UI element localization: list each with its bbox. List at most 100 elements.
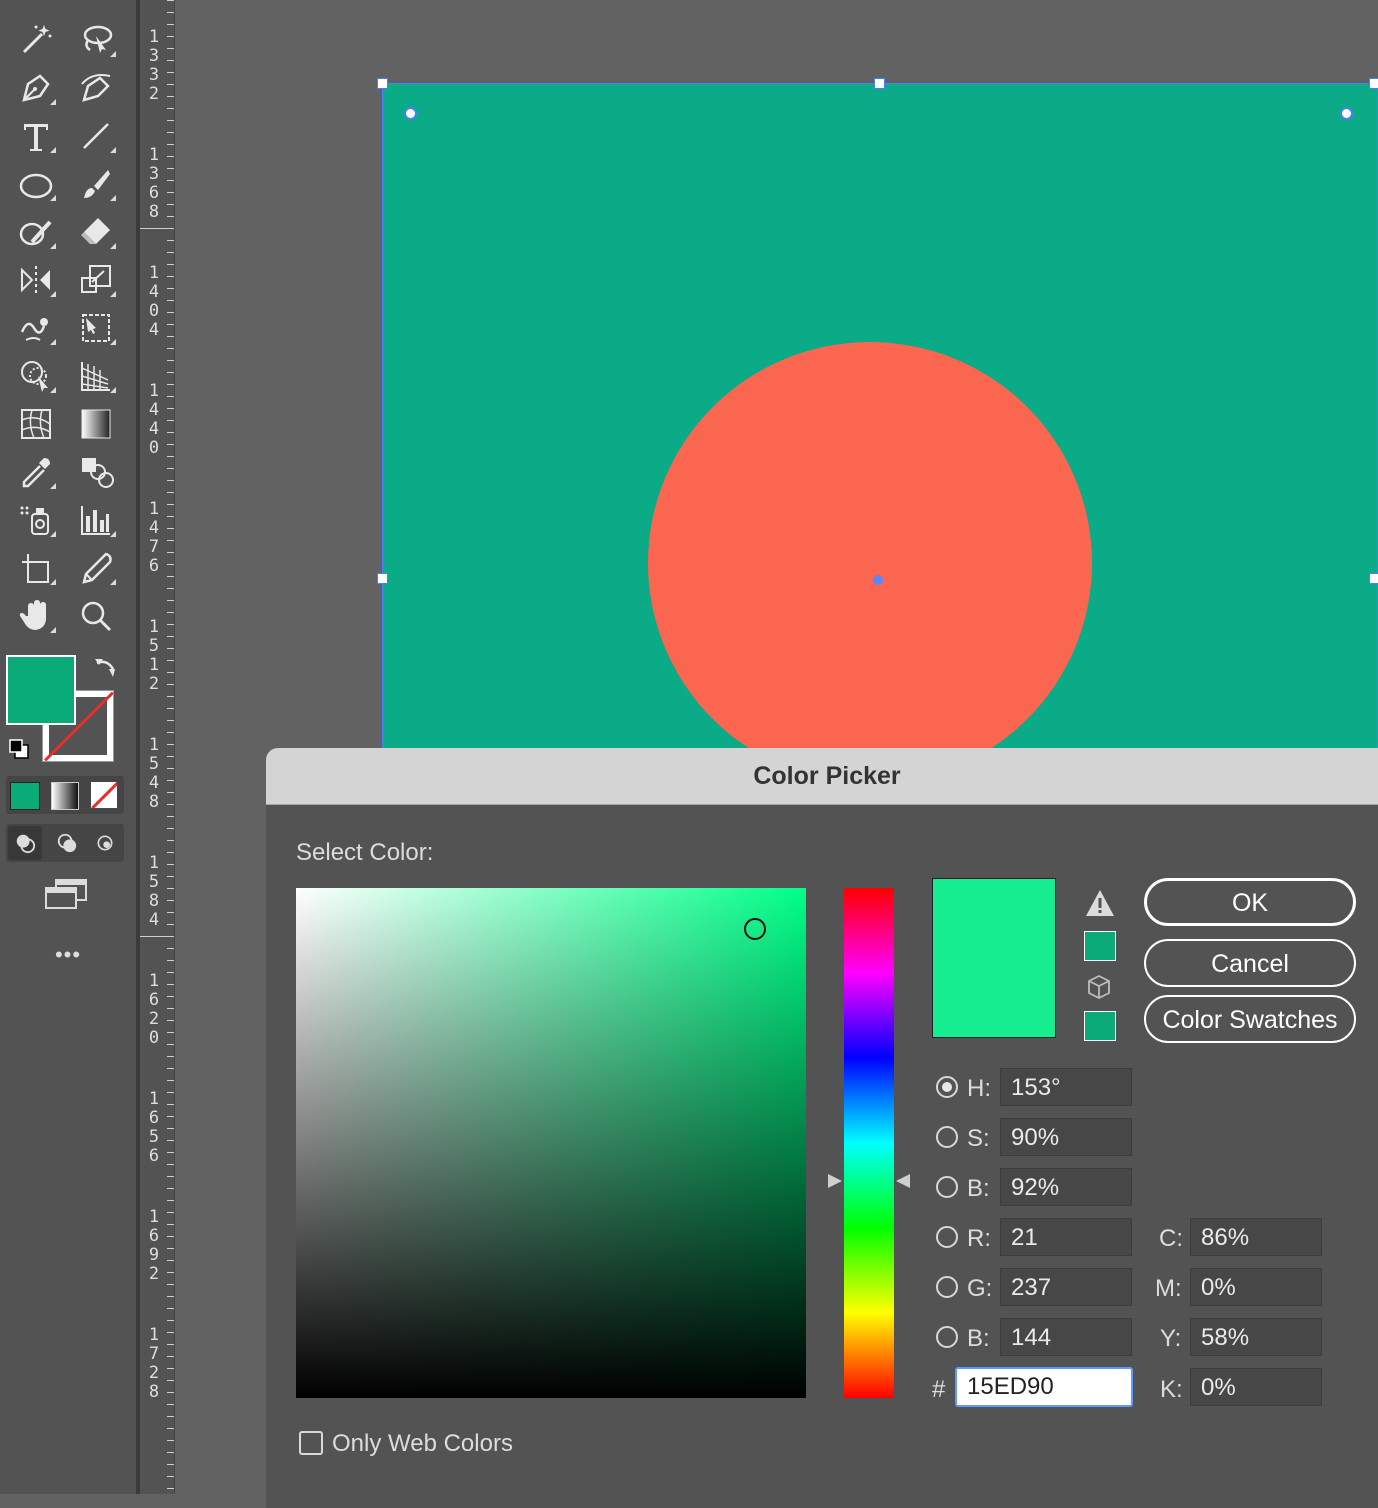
blend-icon[interactable]: [74, 452, 118, 492]
ruler-tick: [167, 84, 174, 85]
warp-icon[interactable]: [14, 308, 58, 348]
circle-shape[interactable]: [648, 342, 1092, 763]
default-fill-stroke-icon[interactable]: [8, 738, 32, 762]
free-transform-icon[interactable]: [74, 308, 118, 348]
only-web-colors-checkbox[interactable]: [299, 1431, 323, 1455]
lasso-icon[interactable]: [74, 20, 118, 60]
ruler-tick: [167, 672, 174, 673]
ruler-tick: [167, 1440, 174, 1441]
hue-slider-right-arrow[interactable]: [896, 1174, 910, 1189]
ruler-tick: [167, 1404, 174, 1405]
only-web-colors-label: Only Web Colors: [332, 1430, 513, 1457]
edit-toolbar-icon[interactable]: •••: [48, 942, 88, 968]
black-field[interactable]: 0%: [1190, 1368, 1322, 1406]
green-radio[interactable]: [936, 1276, 958, 1298]
zoom-icon[interactable]: [74, 596, 118, 636]
cancel-button[interactable]: Cancel: [1144, 939, 1356, 987]
ruler-tick: [167, 576, 174, 577]
ruler-tick: [167, 192, 174, 193]
ruler-tick: [167, 1380, 174, 1381]
hex-field[interactable]: 15ED90: [955, 1367, 1133, 1407]
green-label: G:: [967, 1275, 993, 1302]
dialog-titlebar[interactable]: Color Picker: [266, 748, 1378, 805]
web-safe-warning-icon[interactable]: [1086, 974, 1112, 1000]
hue-slider[interactable]: [844, 888, 894, 1398]
ruler-tick: [167, 804, 174, 805]
magenta-field[interactable]: 0%: [1190, 1268, 1322, 1306]
gradient-mode-button[interactable]: [51, 782, 79, 810]
paintbrush-icon[interactable]: [74, 164, 118, 204]
out-of-gamut-warning-icon[interactable]: [1084, 888, 1116, 918]
web-safe-color-swatch[interactable]: [1084, 1011, 1116, 1041]
ruler-tick: [167, 876, 174, 877]
color-mode-button[interactable]: [10, 782, 40, 810]
saturation-field[interactable]: 90%: [1000, 1118, 1132, 1156]
hue-field[interactable]: 153°: [1000, 1068, 1132, 1106]
ruler-tick: [167, 1068, 174, 1069]
blue-field[interactable]: 144: [1000, 1318, 1132, 1356]
ellipse-icon[interactable]: [14, 164, 58, 204]
ruler-tick: [167, 1116, 174, 1117]
color-field-cursor[interactable]: [744, 917, 766, 940]
ruler-tick: [167, 408, 174, 409]
column-graph-icon[interactable]: [74, 500, 118, 540]
color-swatches-button[interactable]: Color Swatches: [1144, 995, 1356, 1043]
cyan-field[interactable]: 86%: [1190, 1218, 1322, 1256]
draw-behind-icon[interactable]: [50, 826, 84, 860]
swap-fill-stroke-icon[interactable]: [93, 655, 119, 681]
eyedropper-icon[interactable]: [14, 452, 58, 492]
red-field[interactable]: 21: [1000, 1218, 1132, 1256]
artboard-rectangle[interactable]: [382, 83, 1378, 763]
line-segment-icon[interactable]: [74, 116, 118, 156]
screen-mode-icon[interactable]: [44, 878, 90, 912]
corner-widget-top-left[interactable]: [404, 107, 417, 120]
red-radio[interactable]: [936, 1226, 958, 1248]
draw-inside-icon[interactable]: [88, 826, 122, 860]
symbol-sprayer-icon[interactable]: [14, 500, 58, 540]
gamut-color-swatch[interactable]: [1084, 931, 1116, 961]
blue-radio[interactable]: [936, 1326, 958, 1348]
ruler-tick: [167, 276, 174, 277]
eraser-icon[interactable]: [74, 212, 118, 252]
draw-normal-icon[interactable]: [8, 826, 42, 860]
bounding-handle-top-left[interactable]: [377, 78, 388, 89]
ok-button[interactable]: OK: [1144, 878, 1356, 926]
perspective-grid-icon[interactable]: [74, 356, 118, 396]
ruler-tick: [167, 1224, 174, 1225]
saturation-radio[interactable]: [936, 1126, 958, 1148]
mesh-icon[interactable]: [14, 404, 58, 444]
saturation-brightness-field[interactable]: [296, 888, 806, 1398]
hand-icon[interactable]: [14, 596, 58, 636]
none-mode-button[interactable]: [91, 782, 117, 808]
bounding-handle-top-center[interactable]: [874, 78, 885, 89]
ruler-label: 1692: [148, 1207, 160, 1284]
corner-widget-top-right[interactable]: [1340, 107, 1353, 120]
bounding-handle-top-right[interactable]: [1369, 78, 1378, 89]
gradient-icon[interactable]: [74, 404, 118, 444]
ruler-tick: [167, 1044, 174, 1045]
shaper-icon[interactable]: [14, 212, 58, 252]
cyan-label: C:: [1159, 1225, 1183, 1252]
yellow-field[interactable]: 58%: [1190, 1318, 1322, 1356]
vertical-ruler[interactable]: 1332 1368 1404 1440 1476 1512 1548 1584 1620 1656…: [140, 0, 175, 1494]
brightness-radio[interactable]: [936, 1176, 958, 1198]
shape-builder-icon[interactable]: [14, 356, 58, 396]
magic-wand-icon[interactable]: [14, 20, 58, 60]
fill-swatch[interactable]: [6, 655, 76, 725]
curvature-icon[interactable]: [74, 68, 118, 108]
slice-icon[interactable]: [74, 548, 118, 588]
green-field[interactable]: 237: [1000, 1268, 1132, 1306]
bounding-handle-middle-left[interactable]: [377, 573, 388, 584]
ruler-tick: [167, 900, 174, 901]
bounding-handle-middle-right[interactable]: [1369, 573, 1378, 584]
ruler-tick: [167, 924, 174, 925]
pen-icon[interactable]: [14, 68, 58, 108]
ruler-tick: [167, 684, 174, 685]
hue-radio[interactable]: [936, 1076, 958, 1098]
hue-slider-left-arrow[interactable]: [828, 1174, 842, 1189]
brightness-field[interactable]: 92%: [1000, 1168, 1132, 1206]
artboard-icon[interactable]: [14, 548, 58, 588]
scale-icon[interactable]: [74, 260, 118, 300]
reflect-icon[interactable]: [14, 260, 58, 300]
type-icon[interactable]: [14, 116, 58, 156]
